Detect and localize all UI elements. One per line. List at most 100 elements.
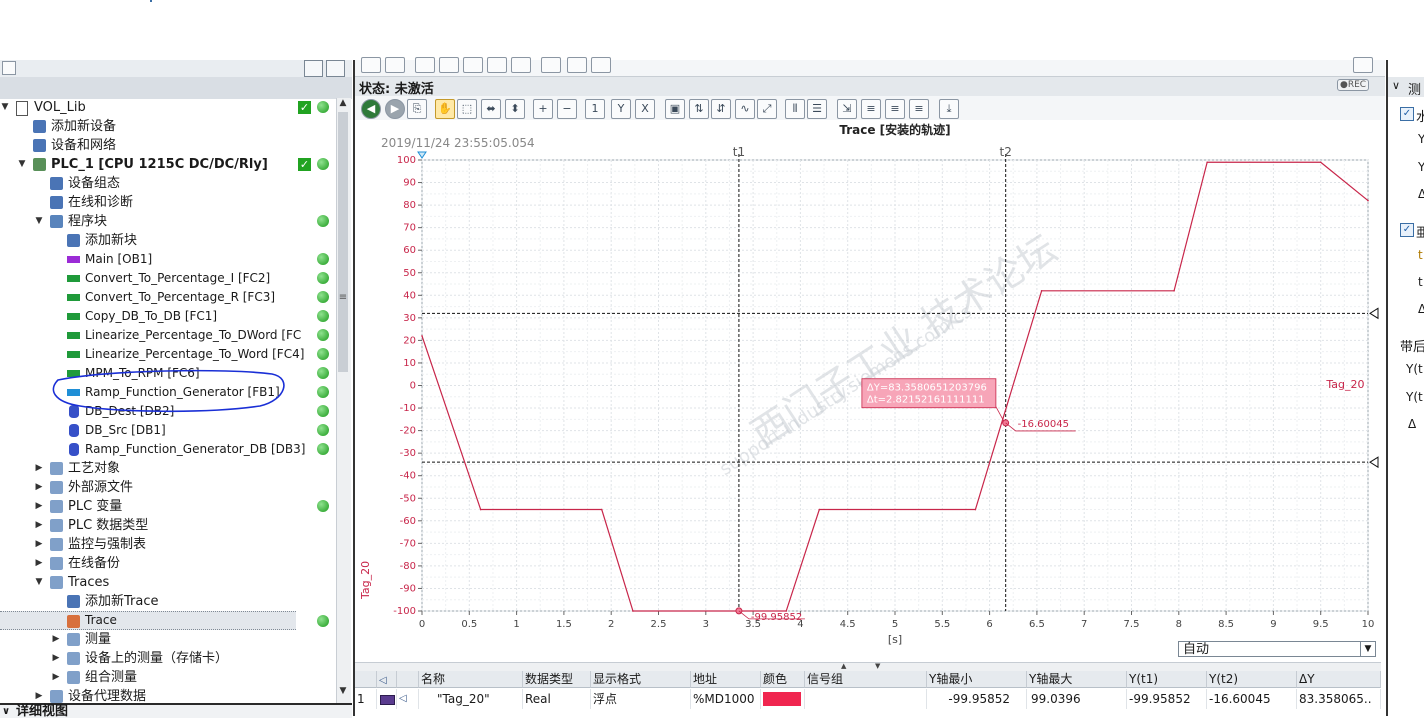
tree-item[interactable]: Convert_To_Percentage_R [FC3]: [0, 288, 336, 307]
table-row-datatype[interactable]: Real: [523, 689, 591, 709]
tree-item[interactable]: 添加新块: [0, 231, 336, 250]
table-row-name[interactable]: "Tag_20": [419, 689, 523, 709]
chart-table-splitter[interactable]: ▲ ▼: [355, 662, 1381, 671]
tree-item[interactable]: DB_Src [DB1]: [0, 421, 336, 440]
expand-right-icon[interactable]: ▶: [51, 668, 61, 687]
fit-icon[interactable]: ▣: [665, 99, 685, 119]
editor-tool-7-icon[interactable]: [511, 57, 531, 73]
tree-item[interactable]: ▶ 组合测量: [0, 668, 336, 687]
tree-item[interactable]: ▼ PLC_1 [CPU 1215C DC/DC/Rly] ✓: [0, 155, 336, 174]
table-row-group[interactable]: [805, 689, 927, 709]
tree-item[interactable]: Convert_To_Percentage_I [FC2]: [0, 269, 336, 288]
align-left-icon[interactable]: ≡: [885, 99, 905, 119]
tree-item[interactable]: ▶ PLC 变量: [0, 497, 336, 516]
cursor-v-icon[interactable]: ⫴: [785, 99, 805, 119]
checkbox-horizontal[interactable]: ✓: [1400, 107, 1414, 121]
tree-item[interactable]: ▶ 监控与强制表: [0, 535, 336, 554]
scale-icon[interactable]: ⇅: [689, 99, 709, 119]
back-icon[interactable]: ◀: [361, 99, 381, 119]
table-row-ymax[interactable]: 99.0396: [1027, 689, 1127, 709]
tree-item[interactable]: ▼ 程序块: [0, 212, 336, 231]
tree-item[interactable]: ▼ Traces: [0, 573, 336, 592]
tree-item[interactable]: 设备组态: [0, 174, 336, 193]
tree-item[interactable]: 在线和诊断: [0, 193, 336, 212]
tree-item[interactable]: ▶ 在线备份: [0, 554, 336, 573]
tree-item[interactable]: 添加新设备: [0, 117, 336, 136]
expand-right-icon[interactable]: ▶: [34, 554, 44, 573]
table-header-ymax[interactable]: Y轴最大: [1027, 671, 1127, 688]
editor-tool-9-icon[interactable]: [567, 57, 587, 73]
tree-item[interactable]: Ramp_Function_Generator_DB [DB3]: [0, 440, 336, 459]
tree-item[interactable]: ▶ 设备上的测量（存储卡）: [0, 649, 336, 668]
editor-tool-2-icon[interactable]: [385, 57, 405, 73]
expand-down-icon[interactable]: ▼: [17, 155, 27, 174]
zoom-in-icon[interactable]: +: [533, 99, 553, 119]
editor-tool-6-icon[interactable]: [487, 57, 507, 73]
editor-tool-10-icon[interactable]: [591, 57, 611, 73]
snapshot-icon[interactable]: ⎘: [407, 99, 427, 119]
hand-icon[interactable]: ✋: [435, 99, 455, 119]
table-header-name[interactable]: 名称: [419, 671, 523, 688]
save-icon[interactable]: ⤓: [939, 99, 959, 119]
zoom-area-icon[interactable]: ⬚: [457, 99, 477, 119]
table-row-format[interactable]: 浮点: [591, 689, 691, 709]
table-row-color[interactable]: [761, 689, 805, 709]
scroll-down-icon[interactable]: ▼: [338, 686, 348, 698]
table-header-yt2[interactable]: Y(t2): [1207, 671, 1297, 688]
collapse-icon[interactable]: ∨: [1392, 79, 1400, 92]
align-right-icon[interactable]: ≡: [909, 99, 929, 119]
expand-right-icon[interactable]: ▶: [34, 516, 44, 535]
table-header-address[interactable]: 地址: [691, 671, 761, 688]
legend-icon[interactable]: ≡: [861, 99, 881, 119]
trace-chart[interactable]: 0 0.5 1 1.5 2 2.5 3 3.5 4 4.5 5 5.5 6 6.5 7 7.5 8 8.5 9 9.5…: [353, 120, 1383, 662]
auto-scale-icon[interactable]: ⇵: [711, 99, 731, 119]
table-view-icon[interactable]: [326, 60, 345, 77]
expand-icon[interactable]: ⤢: [757, 99, 777, 119]
scroll-up-icon[interactable]: ▲: [338, 98, 348, 110]
zoom-mode-select[interactable]: 自动 ▼: [1178, 641, 1376, 657]
tree-item[interactable]: Linearize_Percentage_To_Word [FC4]: [0, 345, 336, 364]
measurement-header[interactable]: ∨ 测: [1388, 77, 1424, 98]
expand-right-icon[interactable]: ▶: [51, 649, 61, 668]
expand-right-icon[interactable]: ▶: [34, 478, 44, 497]
expand-down-icon[interactable]: ▼: [0, 98, 10, 117]
table-header-color[interactable]: 颜色: [761, 671, 805, 688]
table-header-dy[interactable]: ΔY: [1297, 671, 1381, 688]
cursor-handle-icon[interactable]: [1369, 307, 1379, 320]
export-icon[interactable]: ⇲: [837, 99, 857, 119]
table-header-datatype[interactable]: 数据类型: [523, 671, 591, 688]
table-row-ymin[interactable]: -99.95852: [927, 689, 1027, 709]
checkbox-vertical[interactable]: ✓: [1400, 223, 1414, 237]
zoom-y-icon[interactable]: ⬍: [505, 99, 525, 119]
editor-tool-1-icon[interactable]: [361, 57, 381, 73]
table-header-group[interactable]: 信号组: [805, 671, 927, 688]
expand-right-icon[interactable]: ▶: [51, 630, 61, 649]
expand-down-icon[interactable]: ▼: [34, 573, 44, 592]
expand-right-icon[interactable]: ▶: [34, 497, 44, 516]
cursor-handle-icon[interactable]: [1369, 456, 1379, 469]
list-view-icon[interactable]: [304, 60, 323, 77]
expand-right-icon[interactable]: ▶: [34, 535, 44, 554]
tree-item[interactable]: Main [OB1]: [0, 250, 336, 269]
tree-scroll-thumb[interactable]: [338, 112, 348, 372]
expand-down-icon[interactable]: ▼: [34, 212, 44, 231]
expand-right-icon[interactable]: ▶: [34, 459, 44, 478]
tree-item[interactable]: ▶ PLC 数据类型: [0, 516, 336, 535]
tree-item[interactable]: Copy_DB_To_DB [FC1]: [0, 307, 336, 326]
zoom-100-icon[interactable]: 1: [585, 99, 605, 119]
table-header-yt1[interactable]: Y(t1): [1127, 671, 1207, 688]
color-swatch[interactable]: [763, 692, 801, 706]
splitter-grip-icon[interactable]: ≡: [338, 292, 348, 304]
editor-tool-3-icon[interactable]: [415, 57, 435, 73]
zoom-x-icon[interactable]: ⬌: [481, 99, 501, 119]
splitter-arrow-up-icon[interactable]: ▲: [841, 663, 861, 670]
tree-item[interactable]: ▼ VOL_Lib ✓: [0, 98, 336, 117]
table-header-ymin[interactable]: Y轴最小: [927, 671, 1027, 688]
table-row-visible-icon[interactable]: ◁: [397, 689, 419, 709]
cursor-h-icon[interactable]: ☰: [807, 99, 827, 119]
editor-tool-5-icon[interactable]: [463, 57, 483, 73]
tree-item[interactable]: ▶ 测量: [0, 630, 336, 649]
zoom-100-y-icon[interactable]: Y: [611, 99, 631, 119]
tree-item[interactable]: Linearize_Percentage_To_DWord [FC: [0, 326, 336, 345]
table-row-address[interactable]: %MD1000: [691, 689, 761, 709]
